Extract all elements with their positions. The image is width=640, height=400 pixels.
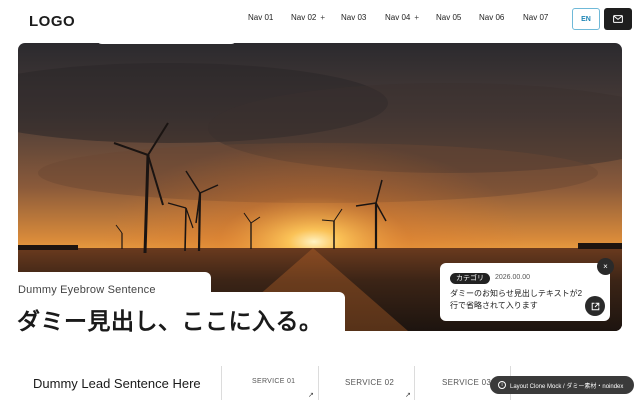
nav-item-07[interactable]: Nav 07 [523,13,548,22]
lead-sentence: Dummy Lead Sentence Here [33,376,201,391]
nav-label: Nav 01 [248,13,274,22]
nav-item-04[interactable]: Nav 04 + [385,13,419,22]
service-link-03[interactable]: SERVICE 03 [442,378,491,387]
arrow-icon: ↗ [405,392,411,399]
language-button[interactable]: EN [572,8,600,30]
nav-item-01[interactable]: Nav 01 [248,13,273,22]
external-link-icon [591,302,599,310]
mock-badge: i Layout Clone Mock / ダミー素材・noindex [490,376,634,394]
hero-headline: ダミー見出し、ここに入る。 [17,308,323,334]
news-card[interactable]: カテゴリ 2026.00.00 ダミーのお知らせ見出しテキストが2行で省略されて… [440,263,610,321]
nav-label: Nav 07 [523,13,549,22]
nav-label: Nav 06 [479,13,505,22]
contact-button[interactable] [604,8,632,30]
news-date: 2026.00.00 [495,274,531,281]
news-close-button[interactable]: × [597,258,614,275]
news-open-button[interactable] [585,296,605,316]
nav-item-03[interactable]: Nav 03 [341,13,366,22]
plus-icon: + [414,13,420,22]
nav-label: Nav 03 [341,13,367,22]
news-category-badge: カテゴリ [450,273,490,284]
nav-item-02[interactable]: Nav 02 + [291,13,325,22]
mail-icon [613,15,623,23]
divider [318,366,319,400]
arrow-icon: ↗ [308,392,314,399]
divider [414,366,415,400]
divider [221,366,222,400]
nav-item-06[interactable]: Nav 06 [479,13,504,22]
mock-badge-label: Layout Clone Mock / ダミー素材・noindex [510,383,624,390]
nav-label: Nav 04 [385,13,411,22]
hero-notch [96,20,237,44]
service-link-01[interactable]: SERVICE 01 [252,378,295,385]
plus-icon: + [320,13,326,22]
logo[interactable]: LOGO [29,13,75,30]
info-icon: i [498,381,506,389]
service-link-02[interactable]: SERVICE 02 [345,378,394,387]
nav-label: Nav 05 [436,13,462,22]
news-title[interactable]: ダミーのお知らせ見出しテキストが2行で省略されて入ります [450,288,585,312]
hero-eyebrow: Dummy Eyebrow Sentence [18,284,156,296]
nav-item-05[interactable]: Nav 05 [436,13,461,22]
nav-label: Nav 02 [291,13,317,22]
